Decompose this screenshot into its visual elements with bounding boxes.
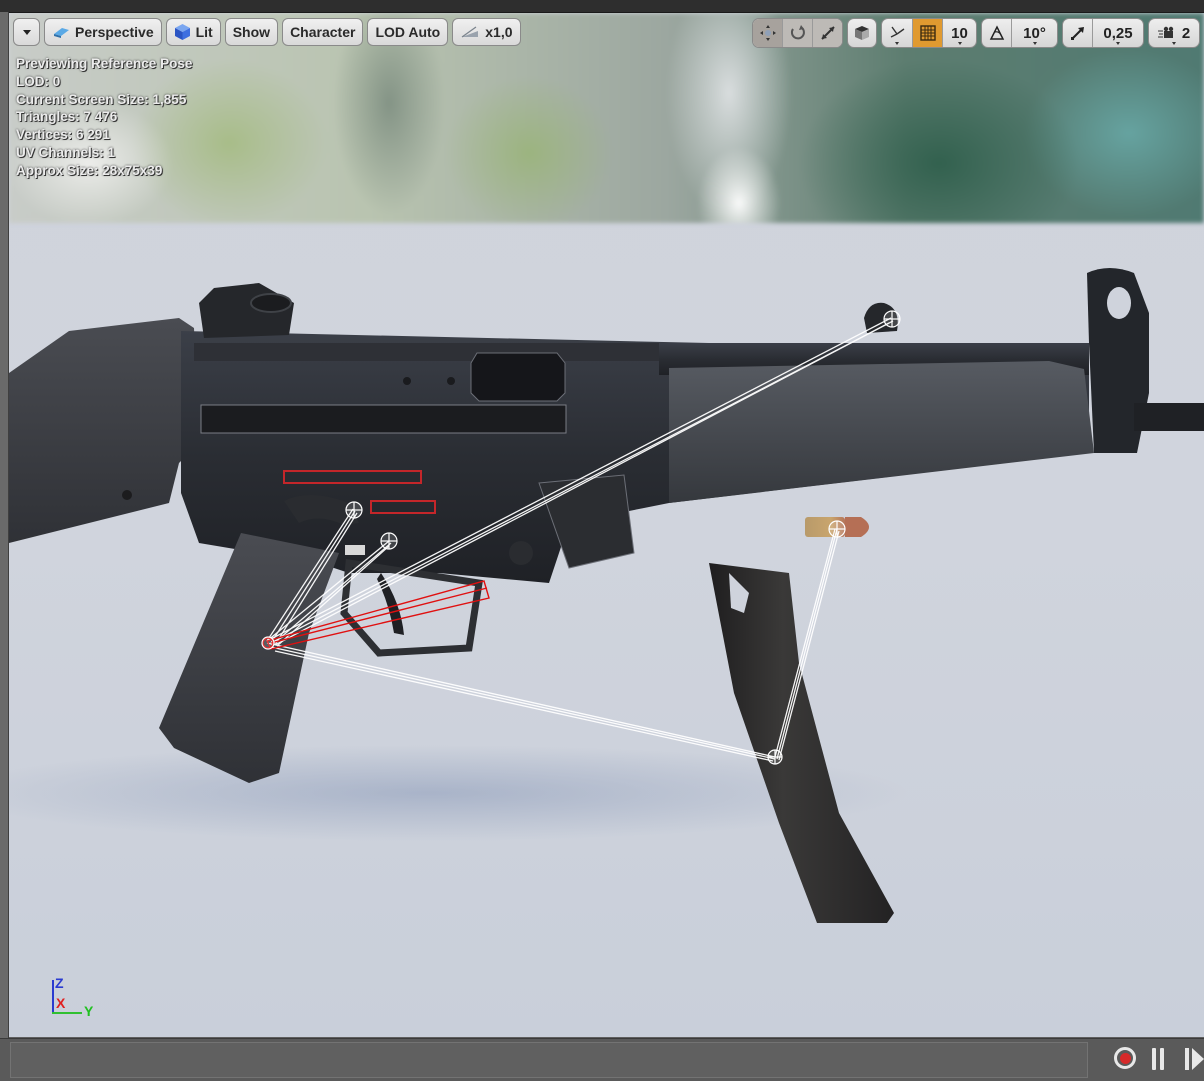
camera-icon: [1157, 26, 1174, 38]
lighting-mode-label: Lit: [195, 24, 213, 40]
transform-mode-group: [752, 18, 843, 48]
joint-selector: [345, 501, 363, 519]
grid-snap-value-dropdown[interactable]: 10: [942, 19, 976, 47]
screen-size-text: Current Screen Size: 1,855: [16, 91, 187, 107]
lod-label: LOD Auto: [375, 24, 441, 40]
scale-arrow-icon: [1070, 27, 1084, 40]
record-button[interactable]: [1114, 1047, 1136, 1069]
viewport-toolbar-right: 10 10° 0,25 2: [752, 18, 1200, 48]
translate-mode-button[interactable]: [753, 19, 782, 47]
rotate-icon: [790, 25, 805, 40]
lighting-mode-button[interactable]: Lit: [165, 18, 221, 46]
rotation-snap-group: 10°: [981, 18, 1058, 48]
z-axis-label: Z: [55, 975, 64, 991]
z-axis-line: [52, 980, 54, 1013]
playback-speed-button[interactable]: x1,0: [452, 18, 521, 46]
surface-snap-button[interactable]: [848, 19, 876, 47]
joint-trigger: [380, 532, 398, 550]
viewport-stats-overlay: Previewing Reference Pose LOD: 0 Current…: [16, 55, 192, 180]
chevron-down-icon: [1172, 42, 1176, 45]
character-label: Character: [290, 24, 356, 40]
scale-snap-value: 0,25: [1103, 24, 1133, 42]
pistol-grip: [159, 533, 339, 783]
scale-snap-value-dropdown[interactable]: 0,25: [1092, 19, 1143, 47]
viewport-left-border: [0, 12, 9, 1038]
camera-speed-value: 2: [1181, 24, 1191, 42]
triangles-text: Triangles: 7 476: [16, 109, 118, 125]
playback-speed-label: x1,0: [485, 24, 513, 40]
view-mode-button[interactable]: Perspective: [44, 18, 162, 46]
preview-pose-text: Previewing Reference Pose: [16, 56, 193, 71]
grid-snap-group: 10: [881, 18, 977, 48]
timeline-scrubber[interactable]: [10, 1042, 1088, 1078]
record-icon: [1119, 1052, 1131, 1064]
y-axis-line: [52, 1012, 82, 1014]
lod-text: LOD: 0: [16, 73, 61, 89]
chevron-down-icon: [895, 42, 899, 45]
window-top-bar: [0, 0, 1204, 13]
chevron-down-icon: [22, 29, 31, 35]
rotation-snap-value: 10°: [1023, 24, 1046, 42]
grid-snap-value: 10: [951, 24, 968, 42]
handguard: [669, 361, 1094, 503]
world-axes-icon: [890, 26, 905, 38]
bullet-tip: [845, 517, 869, 537]
rotation-snap-value-dropdown[interactable]: 10°: [1011, 19, 1057, 47]
character-button[interactable]: Character: [282, 18, 364, 46]
view-mode-label: Perspective: [75, 24, 154, 40]
scale-snap-toggle[interactable]: [1063, 19, 1092, 47]
joint-bolt: [883, 310, 901, 328]
approx-size-text: Approx Size: 28x75x39: [16, 162, 163, 178]
chevron-down-icon: [1116, 42, 1120, 45]
stock-pin: [122, 490, 132, 500]
playback-bar: [0, 1038, 1204, 1081]
perspective-icon: [54, 28, 69, 38]
grid-snap-toggle[interactable]: [912, 19, 942, 47]
rotation-snap-toggle[interactable]: [982, 19, 1011, 47]
camera-speed-dropdown[interactable]: 2: [1149, 19, 1199, 47]
stock: [9, 318, 199, 543]
vertices-text: Vertices: 6 291: [16, 127, 110, 143]
joint-bullet: [828, 520, 846, 538]
surface-snap-group: [847, 18, 877, 48]
x-axis-label: X: [56, 995, 66, 1011]
joint-root: [261, 636, 275, 650]
show-button[interactable]: Show: [224, 18, 279, 46]
camera-speed-group: 2: [1148, 18, 1200, 48]
receiver-rail: [194, 343, 664, 361]
scale-snap-group: 0,25: [1062, 18, 1144, 48]
chevron-down-icon: [957, 42, 962, 45]
cube-icon: [855, 26, 869, 40]
grid-icon: [919, 25, 936, 41]
viewport-toolbar-left: Perspective Lit Show Character LOD Auto …: [13, 18, 521, 46]
pause-button[interactable]: [1152, 1048, 1166, 1070]
muzzle: [1134, 403, 1204, 431]
scale-icon: [820, 26, 835, 40]
pause-icon-bar: [1152, 1048, 1156, 1070]
lit-cube-icon: [174, 24, 190, 40]
scale-mode-button[interactable]: [812, 19, 842, 47]
ejection-port: [470, 352, 566, 402]
viewport-options-button[interactable]: [13, 18, 40, 46]
move-arrows-icon: [759, 25, 776, 41]
step-forward-button[interactable]: [1183, 1048, 1204, 1070]
pause-icon-bar: [1160, 1048, 1164, 1070]
magazine: [709, 563, 894, 923]
speed-icon: [461, 26, 479, 38]
joint-magazine: [767, 749, 783, 765]
step-forward-icon: [1185, 1048, 1189, 1070]
show-label: Show: [232, 24, 271, 40]
charging-slot: [200, 404, 567, 434]
chevron-down-icon: [1032, 42, 1037, 45]
coordinate-system-button[interactable]: [882, 19, 912, 47]
trigger-guard: [340, 558, 483, 657]
rotate-mode-button[interactable]: [782, 19, 812, 47]
angle-icon: [989, 25, 1004, 40]
y-axis-label: Y: [84, 1003, 94, 1019]
lod-button[interactable]: LOD Auto: [367, 18, 449, 46]
axis-gizmo: Z X Y: [49, 975, 99, 1021]
uv-channels-text: UV Channels: 1: [16, 144, 116, 160]
